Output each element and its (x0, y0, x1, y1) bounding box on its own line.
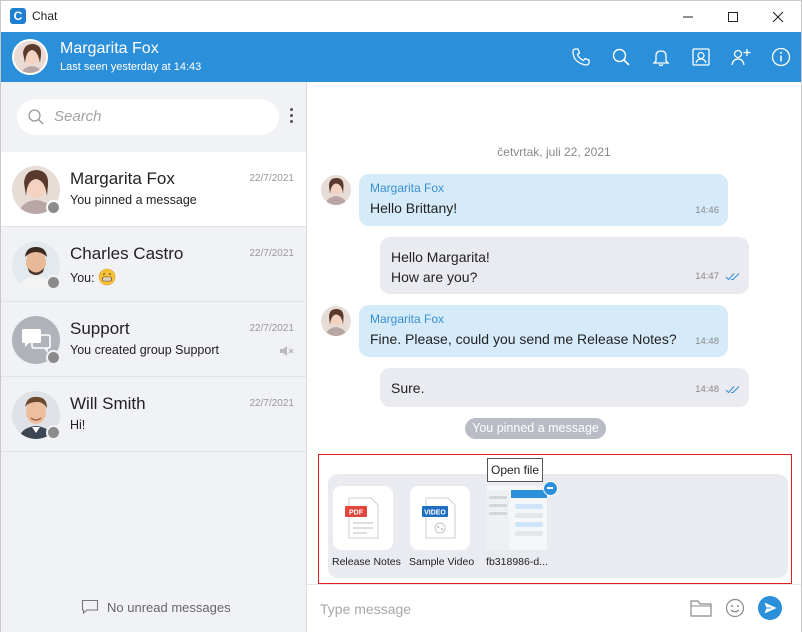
maximize-button[interactable] (710, 1, 756, 32)
attachment-item[interactable]: VIDEO Sample Video (409, 486, 475, 568)
emoji-icon[interactable] (725, 598, 745, 618)
incoming-message[interactable]: Margarita Fox Hello Brittany! 14:46 (359, 174, 728, 226)
contact-card-button[interactable] (689, 45, 713, 69)
pdf-file-icon: PDF (333, 486, 393, 550)
folder-icon[interactable] (690, 599, 712, 617)
no-unread-indicator: No unread messages (81, 599, 231, 615)
read-receipt-icon (725, 273, 740, 281)
file-badge: VIDEO (424, 510, 446, 517)
send-icon[interactable] (758, 596, 782, 620)
sender-avatar (321, 175, 351, 205)
call-button[interactable] (569, 45, 593, 69)
conversation-date: 22/7/2021 (249, 248, 295, 259)
message-text: Fine. Please, could you send me Release … (370, 331, 677, 347)
attachment-item[interactable]: fb318986-d... (486, 486, 548, 568)
minimize-icon (683, 16, 693, 17)
chat-bubble-icon (81, 599, 99, 615)
presence-indicator (46, 350, 61, 365)
conversation-name: Will Smith (70, 394, 146, 413)
bell-icon (652, 50, 670, 67)
message-sender: Margarita Fox (370, 181, 445, 195)
presence-indicator (46, 425, 61, 440)
file-badge: PDF (349, 510, 364, 517)
chat-header: Margarita Fox Last seen yesterday at 14:… (1, 32, 801, 82)
outgoing-message[interactable]: Sure. 14:48 (380, 368, 749, 407)
mute-icon (280, 346, 294, 356)
maximize-icon (728, 11, 738, 22)
attachments-tray: PDF Release Notes VIDEO Sample Video fb3… (328, 474, 788, 578)
message-time: 14:47 (695, 271, 719, 282)
message-time: 14:48 (695, 336, 719, 347)
attachment-item[interactable]: PDF Release Notes (332, 486, 401, 568)
read-receipt-icon (725, 386, 740, 394)
conversation-name: Margarita Fox (70, 169, 175, 188)
conversation-preview: You: (70, 271, 99, 285)
file-name: fb318986-d... (486, 556, 548, 568)
title-bar: C Chat (1, 1, 801, 32)
info-button[interactable] (769, 45, 793, 69)
add-user-button[interactable] (729, 45, 753, 69)
conversation-date: 22/7/2021 (249, 323, 295, 334)
file-name: Release Notes (332, 556, 401, 568)
conversation-preview-row: You: (70, 268, 116, 286)
outgoing-message[interactable]: Hello Margarita! How are you? 14:47 (380, 237, 749, 294)
pinned-notice[interactable]: You pinned a message (465, 418, 606, 439)
more-icon[interactable] (287, 108, 297, 128)
conversation-date: 22/7/2021 (249, 398, 295, 409)
message-sender: Margarita Fox (370, 312, 445, 326)
contact-name: Margarita Fox (60, 40, 159, 57)
file-name: Sample Video (409, 556, 475, 568)
message-time: 14:48 (695, 384, 719, 395)
video-file-icon: VIDEO (410, 486, 470, 550)
message-text: Hello Margarita! (391, 249, 490, 265)
message-list: četvrtak, juli 22, 2021 Margarita Fox He… (307, 82, 801, 452)
incoming-message[interactable]: Margarita Fox Fine. Please, could you se… (359, 305, 728, 357)
message-text: Sure. (391, 380, 425, 396)
message-time: 14:46 (695, 205, 719, 216)
add-user-icon (731, 49, 751, 66)
notifications-button[interactable] (649, 45, 673, 69)
close-icon (772, 11, 784, 22)
chat-window: C Chat Margarita Fox Last seen yesterday… (0, 0, 802, 632)
info-icon (771, 47, 791, 67)
no-unread-label: No unread messages (107, 599, 231, 615)
conversation-preview: You pinned a message (70, 193, 197, 207)
close-button[interactable] (755, 1, 801, 32)
sender-avatar (321, 306, 351, 336)
open-file-tooltip: Open file (487, 458, 543, 482)
presence-indicator (46, 275, 61, 290)
phone-icon (572, 48, 590, 66)
conversation-preview: You created group Support (70, 343, 219, 357)
conversation-item[interactable]: Margarita Fox 22/7/2021 You pinned a mes… (1, 152, 306, 227)
presence-indicator (46, 200, 61, 215)
search-icon (28, 109, 44, 125)
message-text: Hello Brittany! (370, 200, 458, 216)
contact-card-icon (692, 48, 710, 66)
message-text: How are you? (391, 269, 478, 285)
search-input[interactable] (54, 108, 254, 125)
search-icon (612, 48, 630, 66)
minimize-button[interactable] (665, 1, 711, 32)
image-thumbnail (487, 486, 547, 550)
window-title: Chat (32, 9, 58, 23)
conversation-name: Support (70, 319, 130, 338)
grin-emoji-icon (98, 268, 116, 286)
conversation-item[interactable]: Support 22/7/2021 You created group Supp… (1, 302, 306, 377)
search-chat-button[interactable] (609, 45, 633, 69)
search-box[interactable] (17, 99, 279, 135)
contact-avatar[interactable] (12, 39, 48, 75)
conversation-item[interactable]: Charles Castro 22/7/2021 You: (1, 227, 306, 302)
app-icon: C (10, 8, 26, 24)
conversation-date: 22/7/2021 (249, 173, 295, 184)
last-seen-status: Last seen yesterday at 14:43 (60, 61, 202, 73)
conversation-sidebar: Margarita Fox 22/7/2021 You pinned a mes… (1, 82, 307, 632)
conversation-preview: Hi! (70, 418, 86, 432)
attachments-panel: PDF Release Notes VIDEO Sample Video fb3… (318, 454, 792, 584)
date-separator: četvrtak, juli 22, 2021 (497, 145, 611, 159)
message-input[interactable] (320, 601, 660, 617)
remove-attachment-button[interactable] (543, 481, 558, 496)
conversation-name: Charles Castro (70, 244, 184, 263)
message-composer (307, 584, 801, 632)
conversation-item[interactable]: Will Smith 22/7/2021 Hi! (1, 377, 306, 452)
